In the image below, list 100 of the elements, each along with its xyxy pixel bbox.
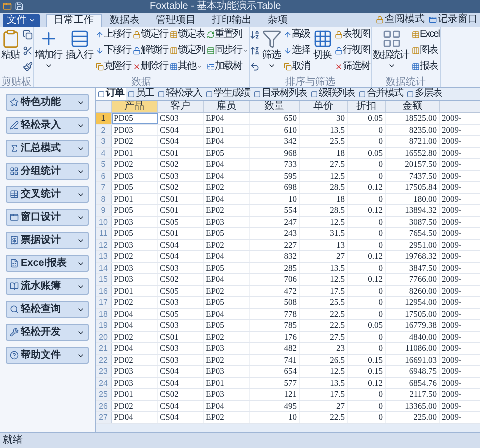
table-cell: EP04 xyxy=(204,400,250,411)
column-header[interactable]: 单价 xyxy=(300,101,348,112)
save-icon[interactable] xyxy=(15,2,24,11)
table-cell: PD01 xyxy=(112,194,158,204)
mode-button[interactable]: 记录窗口 xyxy=(429,14,478,26)
ribbon-button[interactable]: 筛选 xyxy=(261,27,283,77)
table-cell: 482 xyxy=(250,343,300,354)
columns-icon xyxy=(412,47,420,55)
ribbon-small-button[interactable]: 其他 xyxy=(170,59,206,75)
table-cell: 13.5 xyxy=(300,262,348,273)
table-cell: EP02 xyxy=(204,354,250,365)
ribbon-small-button[interactable]: 解锁行 xyxy=(133,43,169,59)
sidebar-item[interactable]: 票据设计 xyxy=(6,232,89,249)
grid-icon xyxy=(313,29,333,49)
book-icon xyxy=(10,282,19,291)
table-cell: PD02 xyxy=(112,159,158,170)
column-header[interactable]: 客户 xyxy=(158,101,204,112)
table-cell: 25.5 xyxy=(300,136,348,146)
ribbon-small-button[interactable]: 图表 xyxy=(412,43,440,59)
ribbon-small-button[interactable]: 加载树 xyxy=(207,59,249,75)
table-cell: 741 xyxy=(250,354,300,365)
sidebar-item[interactable]: 轻松查询 xyxy=(6,301,89,318)
mode-button[interactable]: 查阅模式 xyxy=(376,14,425,26)
table-tab[interactable]: 级联列表 xyxy=(309,88,357,100)
ribbon-small-button[interactable]: 报表 xyxy=(412,59,440,75)
table-tab[interactable]: 多层表 xyxy=(405,88,444,100)
table-tab[interactable]: 学生成绩 xyxy=(204,88,252,100)
ribbon-small-button[interactable]: 锁定列 xyxy=(170,43,206,59)
sidebar-item[interactable]: 轻松录入 xyxy=(6,117,89,134)
ribbon-button[interactable]: 增加行 xyxy=(34,27,64,77)
sidebar-item[interactable]: 窗口设计 xyxy=(6,209,89,226)
column-header[interactable]: 产品 xyxy=(112,101,158,112)
table-cell: 225.00 xyxy=(386,412,440,422)
column-header[interactable]: 折扣 xyxy=(348,101,386,112)
table-cell: 0.05 xyxy=(348,320,386,330)
ribbon-small-button[interactable]: 下移行 xyxy=(96,43,132,59)
table-cell: 0 xyxy=(348,262,386,273)
ribbon-small-button[interactable]: 取消 xyxy=(284,59,311,75)
table-cell: CS02 xyxy=(158,182,204,192)
status-text: 就绪 xyxy=(3,434,23,446)
table-cell-text: 2009- xyxy=(441,194,463,204)
table-cell-text: 2009- xyxy=(441,354,463,365)
ribbon-tab[interactable]: 杂项 xyxy=(260,14,296,27)
table-cell: 8260.00 xyxy=(386,286,440,296)
table-tab[interactable]: 轻松录入 xyxy=(156,88,204,100)
ribbon-tab[interactable]: 打印输出 xyxy=(204,14,260,27)
ribbon-button[interactable]: 粘贴 xyxy=(0,27,22,77)
table-cell: CS05 xyxy=(158,308,204,319)
ribbon-small-button[interactable]: 筛选树 xyxy=(335,59,371,75)
column-header[interactable]: 金额 xyxy=(386,101,440,112)
table-cell: 7437.50 xyxy=(386,170,440,181)
ribbon-tab[interactable]: 管理项目 xyxy=(148,14,204,27)
table-tab[interactable]: 员工 xyxy=(126,88,156,100)
rows-icon xyxy=(207,47,215,55)
table-cell: 10 xyxy=(250,412,300,422)
table-cell: 6854.76 xyxy=(386,378,440,388)
table-cell-text: 2009- xyxy=(441,228,463,238)
column-header[interactable]: 数量 xyxy=(250,101,300,112)
ribbon-small-button[interactable]: Excel xyxy=(412,27,440,43)
group-label: 数据 xyxy=(130,77,152,88)
ribbon-small-button[interactable]: 删除行 xyxy=(133,59,169,75)
sidebar-item[interactable]: 特色功能 xyxy=(6,94,89,111)
row-number[interactable]: 1 xyxy=(96,113,112,124)
ribbon-small-button[interactable]: 克隆行 xyxy=(96,59,132,75)
ribbon-small-button[interactable]: 行视图 xyxy=(335,43,371,59)
table-cell: PD03 xyxy=(112,274,158,284)
sigma-icon xyxy=(10,144,19,153)
ribbon-small-button[interactable]: 选择 xyxy=(284,43,311,59)
file-menu-button[interactable]: 文件 xyxy=(3,14,40,27)
sidebar-item[interactable]: 分组统计 xyxy=(6,163,89,180)
sidebar-item[interactable]: 交叉统计 xyxy=(6,186,89,203)
sidebar-item[interactable]: 轻松开发 xyxy=(6,324,89,341)
table-tab[interactable]: 目录树列表 xyxy=(252,88,309,100)
ribbon-small-button[interactable]: 重置列 xyxy=(207,27,249,43)
sidebar-item[interactable]: Excel报表 xyxy=(6,255,89,272)
table-cell: 3087.50 xyxy=(386,216,440,227)
table-cell: CS02 xyxy=(158,159,204,170)
table-cell: 13.5 xyxy=(300,378,348,388)
ribbon-small-button[interactable]: 锁定表 xyxy=(170,27,206,43)
unlock-icon xyxy=(133,47,141,55)
column-header[interactable]: 雇员 xyxy=(204,101,250,112)
sidebar-item[interactable]: 流水账簿 xyxy=(6,278,89,295)
ribbon-small-button[interactable]: 上移行 xyxy=(96,27,132,43)
table-cell-text: 2009- xyxy=(441,274,463,284)
table-cell: EP01 xyxy=(204,378,250,388)
table-cell-text: 2009- xyxy=(441,343,463,354)
ribbon-tab[interactable]: 数据表 xyxy=(102,14,148,27)
ribbon-button[interactable]: 数据统计 xyxy=(372,27,411,77)
table-cell: 18 xyxy=(300,148,348,158)
table-cell: 12.5 xyxy=(300,366,348,376)
ribbon-button[interactable]: 切换 xyxy=(312,27,334,77)
ribbon-button[interactable]: 插入行 xyxy=(65,27,95,77)
table-cell: 0 xyxy=(348,240,386,250)
sidebar-item[interactable]: 汇总模式 xyxy=(6,140,89,157)
ribbon-small-button[interactable]: 表视图 xyxy=(335,27,371,43)
ribbon-small-button[interactable]: 锁定行 xyxy=(133,27,169,43)
ribbon-small-button[interactable]: 高级 xyxy=(284,27,311,43)
sidebar-item[interactable]: 帮助文件 xyxy=(6,347,89,364)
ribbon-tab[interactable]: 日常工作 xyxy=(46,14,102,27)
ribbon-small-button[interactable]: 同步行 xyxy=(207,43,249,59)
